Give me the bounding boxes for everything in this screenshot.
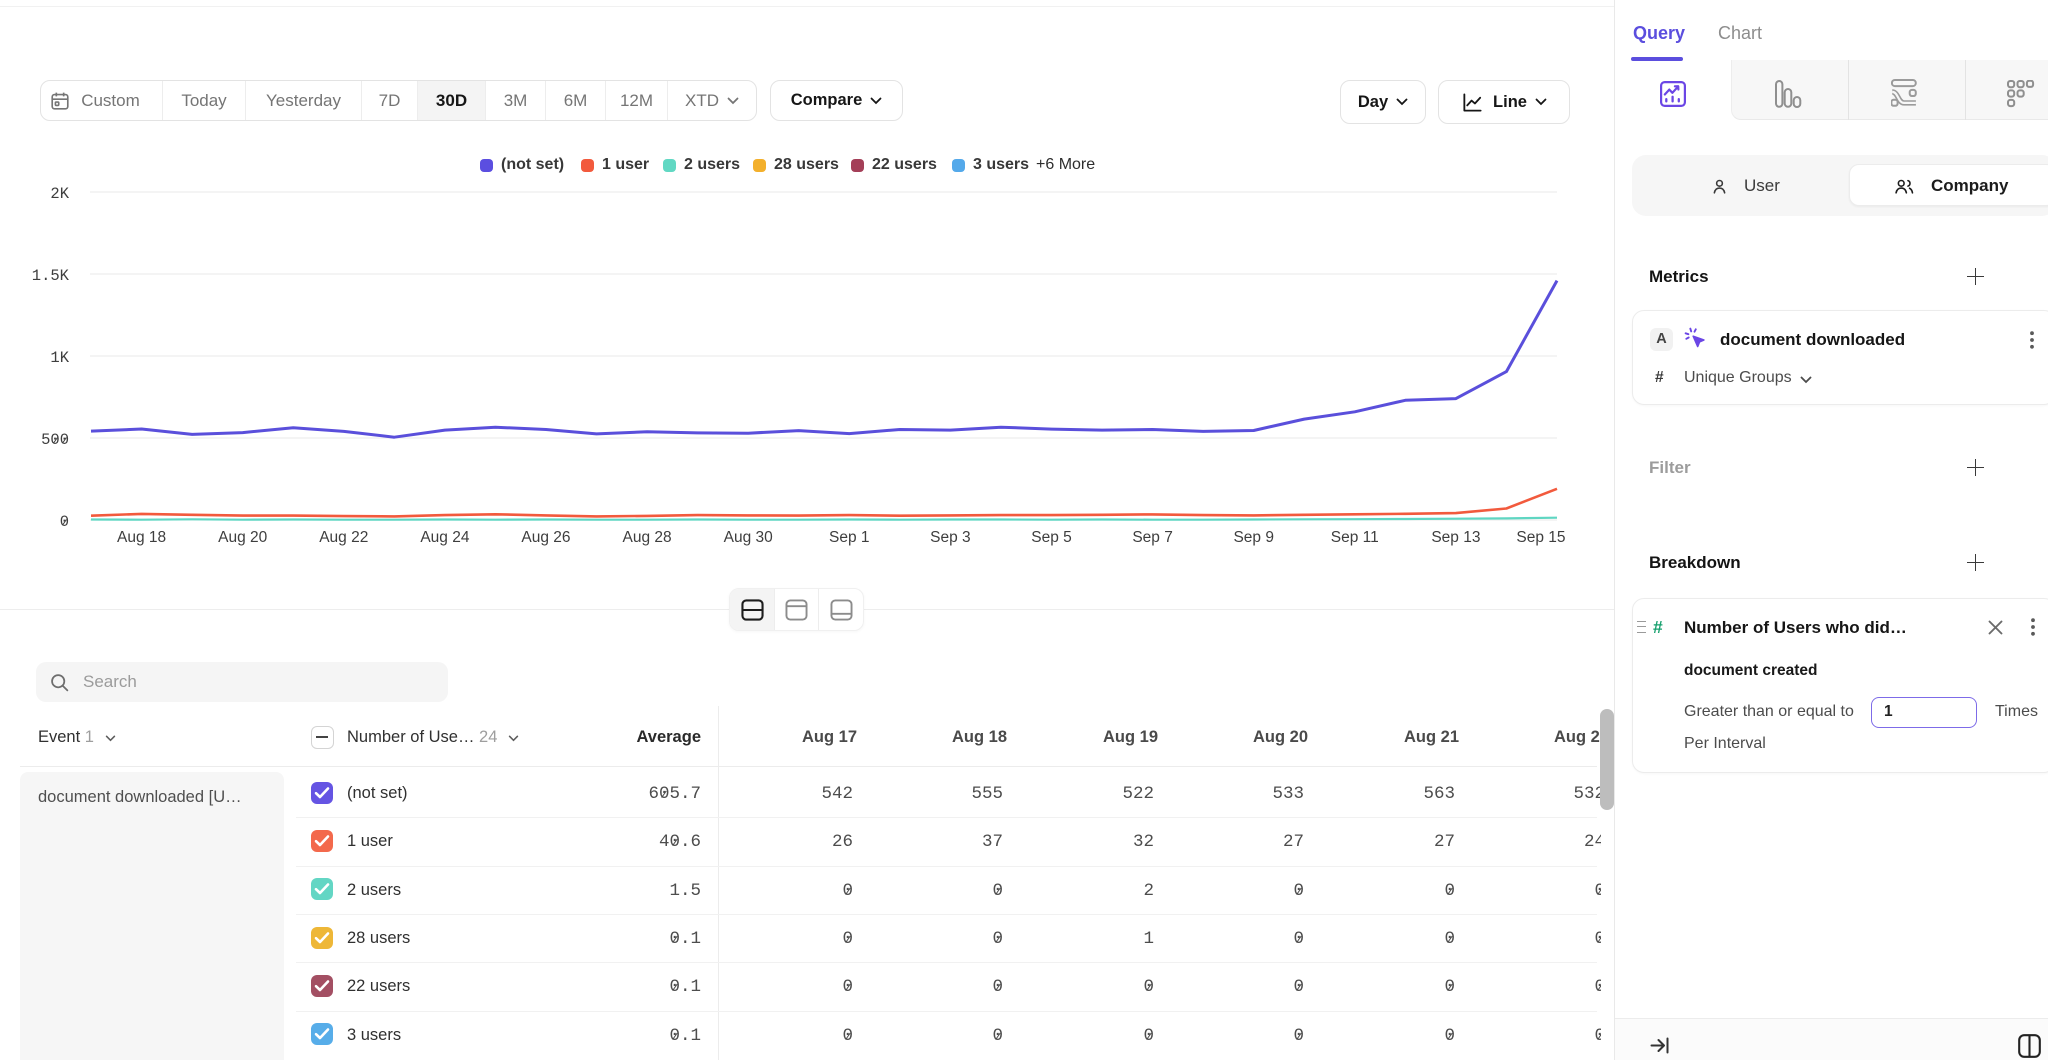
svg-text:Aug 18: Aug 18 — [117, 529, 166, 546]
svg-text:Aug 30: Aug 30 — [724, 529, 774, 546]
svg-text:Sep 9: Sep 9 — [1233, 529, 1274, 546]
svg-text:Aug 26: Aug 26 — [521, 529, 570, 546]
svg-text:Sep 3: Sep 3 — [930, 529, 971, 546]
svg-text:Aug 28: Aug 28 — [623, 529, 672, 546]
svg-text:Aug 22: Aug 22 — [319, 529, 368, 546]
svg-text:Sep 13: Sep 13 — [1431, 529, 1480, 546]
svg-text:Sep 7: Sep 7 — [1132, 529, 1173, 546]
svg-text:Sep 5: Sep 5 — [1031, 529, 1072, 546]
svg-text:Sep 11: Sep 11 — [1331, 529, 1379, 546]
svg-text:Aug 20: Aug 20 — [218, 529, 268, 546]
svg-text:Aug 24: Aug 24 — [420, 529, 470, 546]
svg-text:Sep 15: Sep 15 — [1516, 529, 1565, 546]
svg-text:Sep 1: Sep 1 — [829, 529, 870, 546]
